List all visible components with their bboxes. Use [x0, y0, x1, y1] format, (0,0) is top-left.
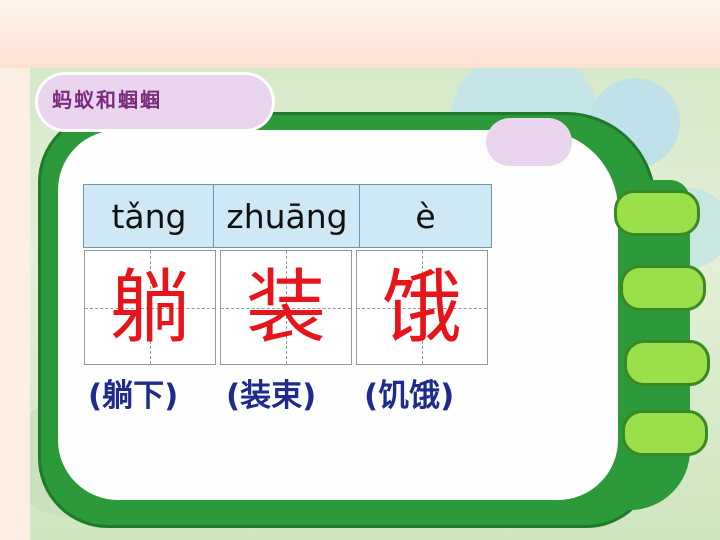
pinyin-cell: zhuāng — [213, 184, 361, 248]
character-grid-cell: 装 — [220, 250, 352, 365]
pinyin-text: è — [415, 196, 436, 236]
pinyin-cell: tǎng — [83, 184, 215, 248]
top-band — [0, 0, 720, 68]
pinyin-cell: è — [359, 184, 492, 248]
character-grid-cell: 饿 — [356, 250, 488, 365]
green-pill-button[interactable] — [622, 410, 708, 456]
chinese-character: 躺 — [110, 260, 190, 354]
example-word: (饥饿) — [364, 378, 455, 414]
chinese-character: 装 — [246, 260, 326, 354]
green-pill-button[interactable] — [624, 340, 710, 386]
slide-title: 蚂蚁和蝈蝈 — [52, 88, 162, 112]
example-word: (装束) — [226, 378, 317, 414]
pinyin-text: tǎng — [111, 196, 187, 236]
chinese-character: 饿 — [382, 260, 462, 354]
character-grid-cell: 躺 — [84, 250, 216, 365]
green-pill-button[interactable] — [620, 265, 706, 311]
example-word: (躺下) — [88, 378, 179, 414]
green-pill-button[interactable] — [614, 190, 700, 236]
pinyin-text: zhuāng — [226, 196, 348, 236]
decorative-cloud — [486, 118, 572, 166]
